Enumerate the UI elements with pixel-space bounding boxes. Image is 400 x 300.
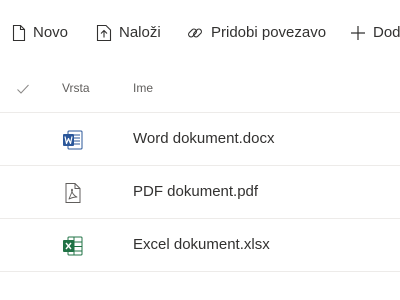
pdf-icon	[62, 182, 84, 204]
upload-button[interactable]: Naloži	[96, 20, 161, 46]
add-button[interactable]: Dodaj	[350, 20, 400, 46]
file-row[interactable]: Word dokument.docx	[0, 113, 400, 166]
file-name[interactable]: PDF dokument.pdf	[133, 183, 258, 201]
get-link-button[interactable]: Pridobi povezavo	[186, 20, 326, 46]
column-header-row: Vrsta Ime	[0, 66, 400, 113]
file-row[interactable]: Excel dokument.xlsx	[0, 219, 400, 272]
command-bar: Novo Naloži Pridobi povezavo Dodaj	[0, 0, 400, 66]
file-name[interactable]: Excel dokument.xlsx	[133, 236, 270, 254]
add-button-label: Dodaj	[373, 24, 400, 41]
file-name[interactable]: Word dokument.docx	[133, 130, 274, 148]
word-icon	[62, 129, 84, 151]
get-link-button-label: Pridobi povezavo	[211, 24, 327, 41]
new-button-label: Novo	[33, 24, 69, 41]
column-header-name[interactable]: Ime	[133, 80, 153, 96]
excel-icon	[62, 235, 84, 257]
upload-button-label: Naloži	[119, 24, 161, 41]
new-button[interactable]: Novo	[12, 20, 68, 46]
plus-icon	[350, 25, 366, 41]
upload-icon	[96, 24, 112, 42]
new-document-icon	[12, 24, 26, 42]
link-icon	[186, 24, 204, 42]
select-all-checkmark-icon[interactable]	[15, 81, 31, 97]
file-row[interactable]: PDF dokument.pdf	[0, 166, 400, 219]
column-header-type[interactable]: Vrsta	[62, 80, 90, 96]
